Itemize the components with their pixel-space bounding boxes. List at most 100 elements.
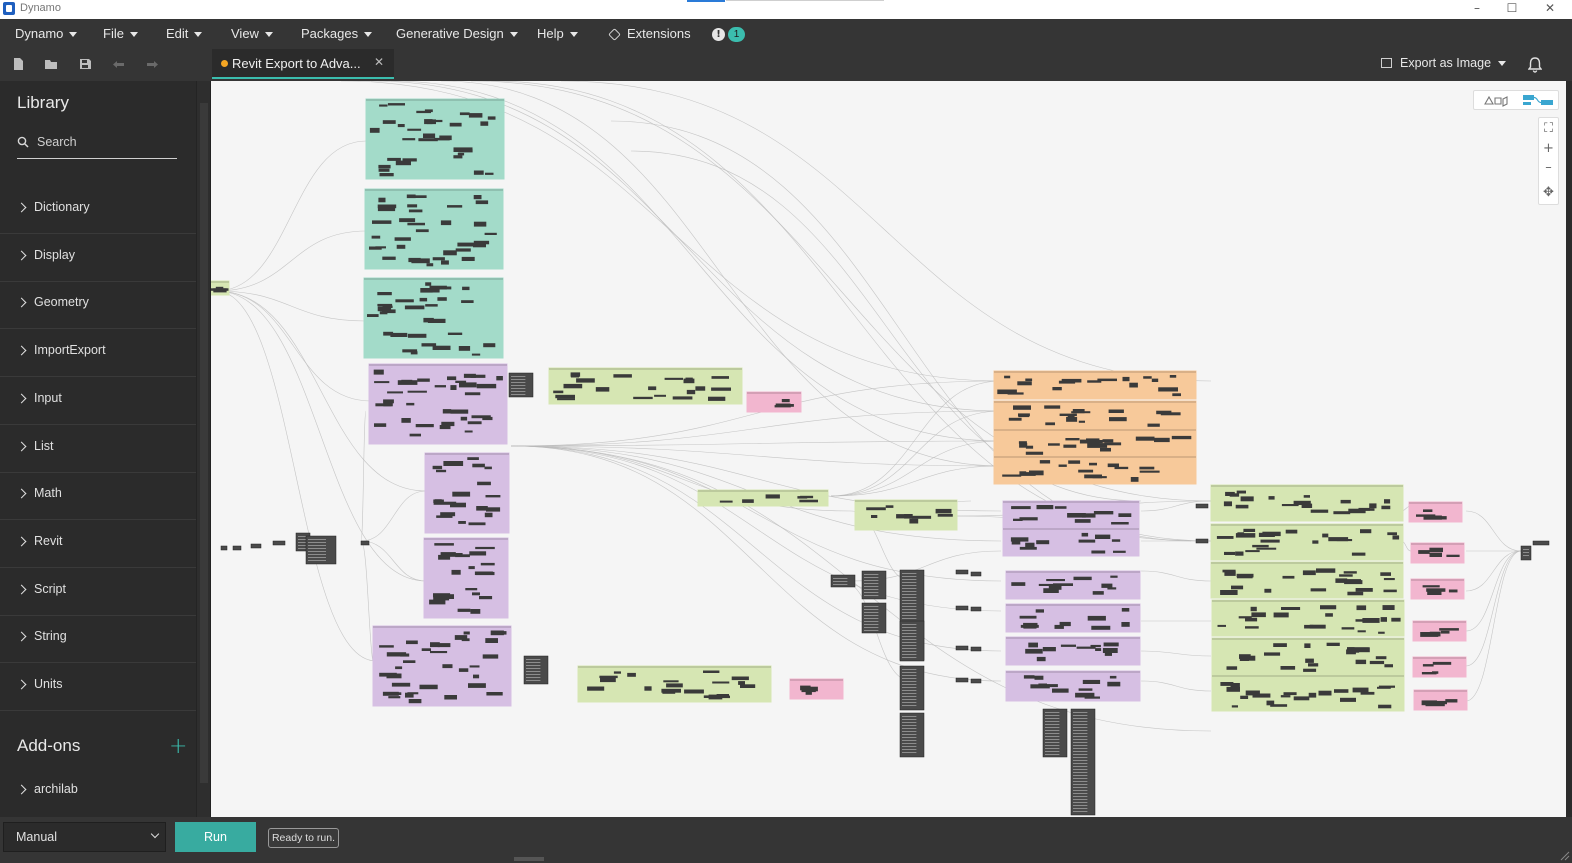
node[interactable] [485, 495, 501, 498]
node[interactable] [1432, 661, 1452, 665]
node-text-line[interactable] [902, 627, 917, 628]
node[interactable] [955, 569, 969, 575]
node[interactable] [1048, 443, 1060, 446]
node-text-line[interactable] [1045, 712, 1060, 713]
node[interactable] [1058, 464, 1067, 467]
node[interactable] [1245, 550, 1260, 553]
node[interactable] [731, 676, 749, 681]
node[interactable] [1052, 387, 1062, 391]
node[interactable] [473, 170, 484, 175]
node-text-line[interactable] [902, 746, 917, 747]
node[interactable] [742, 499, 754, 503]
node[interactable] [1008, 417, 1022, 421]
open-folder-icon[interactable] [44, 57, 58, 71]
node-text-line[interactable] [864, 615, 879, 616]
node[interactable] [440, 501, 457, 504]
node[interactable] [1369, 503, 1377, 509]
node[interactable] [1043, 588, 1059, 593]
node[interactable] [613, 671, 621, 674]
node-group[interactable] [423, 537, 509, 619]
menu-edit[interactable]: Edit [166, 26, 203, 41]
node[interactable] [587, 686, 605, 691]
fit-view-icon[interactable]: ⛶ [1539, 121, 1558, 137]
node-text-line[interactable] [1073, 736, 1088, 737]
node[interactable] [1310, 588, 1327, 592]
node-text-line[interactable] [902, 737, 917, 738]
node[interactable] [1217, 624, 1227, 627]
node[interactable] [684, 689, 704, 694]
library-category-list[interactable]: List [0, 425, 196, 473]
node[interactable] [454, 635, 468, 640]
node[interactable] [407, 333, 427, 338]
node-text-line[interactable] [1073, 727, 1088, 728]
node-text-line[interactable] [511, 394, 526, 395]
node[interactable] [455, 248, 471, 252]
node[interactable] [1362, 618, 1380, 623]
node[interactable] [1270, 704, 1288, 707]
node[interactable] [1240, 496, 1254, 502]
node-text-line[interactable] [902, 651, 917, 652]
node[interactable] [444, 695, 457, 700]
node-text-line[interactable] [864, 586, 879, 587]
node[interactable] [1310, 509, 1329, 513]
node-text-line[interactable] [902, 728, 917, 729]
node-text-line[interactable] [902, 719, 917, 720]
node-text-line[interactable] [902, 690, 917, 691]
node-text-line[interactable] [864, 589, 879, 590]
node-text-line[interactable] [902, 594, 917, 595]
node-text-line[interactable] [902, 582, 917, 583]
node-text-line[interactable] [526, 659, 541, 660]
node[interactable] [429, 599, 446, 605]
resize-grip-icon[interactable] [1558, 849, 1570, 861]
node[interactable] [432, 465, 443, 470]
node[interactable] [1231, 705, 1238, 708]
node[interactable] [1135, 436, 1155, 441]
node[interactable] [809, 686, 818, 692]
node[interactable] [1052, 688, 1069, 693]
node[interactable] [458, 668, 469, 672]
node[interactable] [1283, 692, 1297, 696]
node[interactable] [469, 665, 480, 668]
menu-generative-design[interactable]: Generative Design [396, 26, 518, 41]
node[interactable] [1281, 607, 1301, 610]
node-text-line[interactable] [1073, 772, 1088, 773]
node[interactable] [1019, 546, 1037, 550]
node[interactable] [374, 423, 387, 427]
node[interactable] [480, 121, 489, 126]
node-text-line[interactable] [864, 630, 879, 631]
run-button[interactable]: Run [175, 822, 256, 852]
node-text-line[interactable] [902, 678, 917, 679]
node[interactable] [1293, 696, 1310, 701]
menu-packages[interactable]: Packages [301, 26, 373, 41]
node[interactable] [1002, 474, 1022, 477]
node-group-header[interactable] [1211, 524, 1403, 526]
node[interactable] [453, 155, 463, 159]
node-text-line[interactable] [308, 548, 326, 549]
node[interactable] [1104, 442, 1122, 446]
node-text-line[interactable] [1073, 802, 1088, 803]
node[interactable] [1256, 547, 1277, 550]
node[interactable] [455, 554, 470, 558]
node[interactable] [970, 678, 982, 684]
node[interactable] [1086, 438, 1100, 442]
node[interactable] [1235, 504, 1249, 509]
node-text-line[interactable] [902, 752, 917, 753]
node[interactable] [461, 300, 474, 303]
node[interactable] [1139, 470, 1160, 473]
node-text-line[interactable] [902, 618, 917, 619]
node-group[interactable] [1412, 656, 1467, 678]
node[interactable] [1046, 579, 1065, 582]
node[interactable] [1325, 613, 1333, 617]
node[interactable] [664, 377, 683, 380]
node[interactable] [1154, 437, 1170, 443]
node[interactable] [473, 674, 480, 679]
node[interactable] [1028, 642, 1038, 648]
node[interactable] [449, 122, 462, 127]
node-text-line[interactable] [1073, 742, 1088, 743]
node-text-line[interactable] [308, 551, 326, 552]
node[interactable] [1239, 657, 1249, 661]
node[interactable] [445, 286, 452, 290]
node[interactable] [553, 390, 564, 394]
node[interactable] [1445, 699, 1458, 703]
menu-file[interactable]: File [103, 26, 138, 41]
